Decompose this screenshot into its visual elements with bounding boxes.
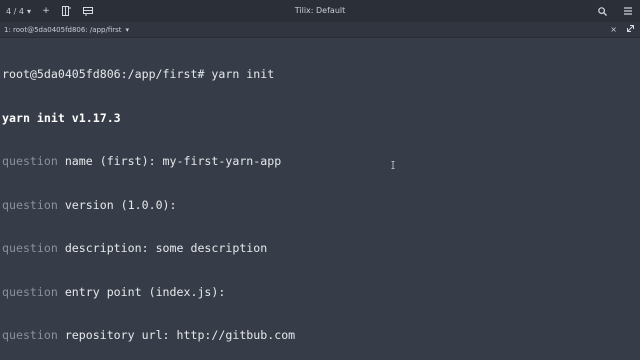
header-bar: 4 / 4 ▾ + Tilix: Default (0, 0, 640, 22)
maximize-terminal-button[interactable] (627, 25, 634, 34)
tab-controls: × (610, 22, 634, 37)
close-icon: × (610, 25, 617, 34)
window-title: Tilix: Default (294, 6, 346, 15)
terminal-line-question: question name (first): my-first-yarn-app (2, 154, 640, 169)
question-prefix: question (2, 328, 58, 342)
terminal-line-question: question description: some description (2, 241, 640, 256)
search-button[interactable] (596, 5, 608, 17)
maximize-icon (627, 25, 634, 32)
chevron-down-icon: ▾ (125, 25, 130, 34)
add-session-button[interactable]: + (40, 5, 52, 17)
terminal-line-question: question repository url: http://gitbub.c… (2, 328, 640, 343)
command-text: root@5da0405fd806:/app/first# yarn init (2, 67, 275, 81)
question-prefix: question (2, 197, 58, 212)
question-text: description: some description (57, 241, 268, 255)
header-right (596, 0, 634, 22)
split-vertical-icon (62, 6, 72, 16)
mouse-ibeam-cursor-icon (391, 161, 395, 169)
question-text: repository url: http://gitbub.com (57, 328, 296, 342)
terminal-line-question: question version (1.0.0): (2, 198, 640, 213)
split-horizontal-icon (82, 6, 93, 16)
terminal-output[interactable]: root@5da0405fd806:/app/first# yarn init … (0, 38, 640, 360)
question-prefix: question (2, 154, 58, 168)
terminal-window: 4 / 4 ▾ + Tilix: Default 1: root@5da0405… (0, 0, 640, 360)
session-switcher[interactable]: 4 / 4 ▾ (6, 7, 31, 16)
question-text: entry point (index.js): (57, 284, 226, 299)
menu-button[interactable] (622, 5, 634, 17)
terminal-line-question: question entry point (index.js): (2, 285, 640, 300)
close-terminal-button[interactable]: × (610, 25, 617, 34)
question-text: name (first): my-first-yarn-app (57, 154, 282, 168)
hamburger-menu-icon (624, 7, 632, 15)
question-text: version (1.0.0): (57, 197, 177, 212)
chevron-down-icon: ▾ (26, 6, 31, 16)
split-vertical-button[interactable] (61, 5, 73, 17)
terminal-line-version: yarn init v1.17.3 (2, 111, 640, 126)
question-prefix: question (2, 284, 58, 299)
split-horizontal-button[interactable] (82, 5, 94, 17)
plus-icon: + (42, 5, 50, 16)
yarn-version-text: yarn init v1.17.3 (2, 110, 121, 125)
terminal-tab[interactable]: 1: root@5da0405fd806: /app/first ▾ (0, 26, 129, 34)
terminal-tab-bar: 1: root@5da0405fd806: /app/first ▾ × (0, 22, 640, 38)
terminal-line-command: root@5da0405fd806:/app/first# yarn init (2, 67, 640, 82)
session-count-label: 4 / 4 (6, 6, 24, 16)
header-left: 4 / 4 ▾ + (0, 5, 94, 17)
terminal-tab-label: 1: root@5da0405fd806: /app/first (4, 25, 122, 34)
question-prefix: question (2, 241, 58, 255)
search-icon (597, 6, 607, 16)
